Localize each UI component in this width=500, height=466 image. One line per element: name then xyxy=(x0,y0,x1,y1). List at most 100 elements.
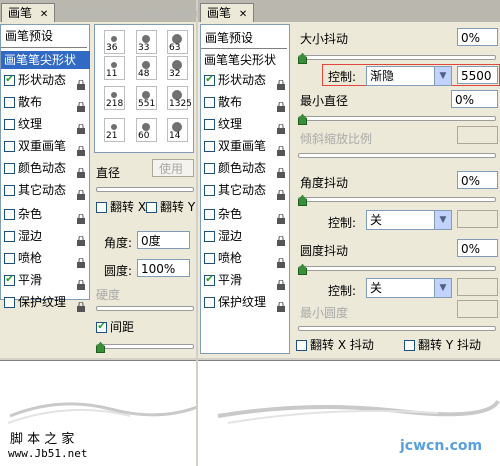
close-icon[interactable]: ✕ xyxy=(40,9,48,20)
left_panel-item-8[interactable]: 湿边 xyxy=(1,225,88,247)
min-roundness-field xyxy=(457,300,498,318)
left_panel-item-4[interactable]: 双重画笔 xyxy=(1,135,88,157)
checkbox-icon[interactable] xyxy=(4,118,15,130)
left_panel-item-9[interactable]: 喷枪 xyxy=(1,247,88,269)
brush-size-label: 36 xyxy=(106,43,118,53)
tilt-scale-field xyxy=(457,126,498,144)
right_panel-item-6[interactable]: 其它动态 xyxy=(201,179,288,201)
lock-icon xyxy=(76,185,86,200)
angle-jitter-field[interactable]: 0% xyxy=(457,171,498,189)
checkbox-icon[interactable] xyxy=(204,208,215,220)
checkmark-icon[interactable]: ✔ xyxy=(204,74,215,86)
right_panel-item-11[interactable]: 保护纹理 xyxy=(201,291,288,313)
checkbox-icon[interactable] xyxy=(4,252,15,264)
left_panel-item-5[interactable]: 颜色动态 xyxy=(1,157,88,179)
right-tab-brush[interactable]: 画笔 ✕ xyxy=(200,3,255,22)
checkbox-icon[interactable] xyxy=(204,184,215,196)
left-tab-brush[interactable]: 画笔 ✕ xyxy=(1,3,56,22)
left-item-brush-tip[interactable]: 画笔笔尖形状 xyxy=(1,51,90,69)
lock-icon xyxy=(76,297,86,312)
left_panel-item-10[interactable]: ✔ 平滑 xyxy=(1,269,88,291)
right_panel-item-7[interactable]: 杂色 xyxy=(201,203,288,225)
left_panel-item-1[interactable]: ✔ 形状动态 xyxy=(1,69,88,91)
checkmark-icon[interactable]: ✔ xyxy=(4,74,15,86)
right-tab-label: 画笔 xyxy=(207,6,232,20)
left_panel-item-3[interactable]: 纹理 xyxy=(1,113,88,135)
checkbox-icon[interactable] xyxy=(204,96,215,108)
chevron-down-icon[interactable]: ▼ xyxy=(434,67,451,85)
checkbox-icon[interactable] xyxy=(4,208,15,220)
use-sample-button[interactable]: 使用取 xyxy=(152,159,194,177)
right_panel-item-4[interactable]: 双重画笔 xyxy=(201,135,288,157)
right_panel-item-1[interactable]: ✔ 形状动态 xyxy=(201,69,288,91)
right_panel-item-5[interactable]: 颜色动态 xyxy=(201,157,288,179)
checkbox-icon[interactable] xyxy=(4,230,15,242)
left-section-title[interactable]: 画笔预设 xyxy=(1,27,53,45)
min-diameter-field[interactable]: 0% xyxy=(451,90,498,108)
angle-field[interactable]: 0度 xyxy=(137,231,190,249)
spacing-slider[interactable] xyxy=(96,344,194,349)
checkbox-icon[interactable] xyxy=(4,140,15,152)
flip-x-checkbox[interactable]: 翻转 X xyxy=(96,196,146,218)
checkmark-icon[interactable]: ✔ xyxy=(204,274,215,286)
checkbox-icon[interactable] xyxy=(96,201,107,213)
angle-control-field xyxy=(457,210,498,228)
checkbox-icon[interactable] xyxy=(204,140,215,152)
right_panel-item-2[interactable]: 散布 xyxy=(201,91,288,113)
brush-size-label: 21 xyxy=(106,131,118,141)
roundness-jitter-slider[interactable] xyxy=(298,266,496,271)
left_panel-item-2[interactable]: 散布 xyxy=(1,91,88,113)
flip-x-jitter-checkbox[interactable]: 翻转 X 抖动 xyxy=(296,334,374,356)
checkbox-icon[interactable] xyxy=(4,296,15,308)
right_panel-item-8[interactable]: 湿边 xyxy=(201,225,288,247)
chevron-down-icon[interactable]: ▼ xyxy=(434,279,451,297)
close-icon[interactable]: ✕ xyxy=(239,9,247,20)
diameter-slider[interactable] xyxy=(96,187,194,192)
left_panel-item-6[interactable]: 其它动态 xyxy=(1,179,88,201)
checkbox-icon[interactable] xyxy=(4,162,15,174)
size-jitter-field[interactable]: 0% xyxy=(457,28,498,46)
lock-icon xyxy=(276,297,286,312)
right_panel-item-3[interactable]: 纹理 xyxy=(201,113,288,135)
checkbox-icon[interactable] xyxy=(146,201,157,213)
angle-jitter-slider[interactable] xyxy=(298,197,496,202)
flip-y-jitter-checkbox[interactable]: 翻转 Y 抖动 xyxy=(404,334,481,356)
checkbox-icon[interactable] xyxy=(204,252,215,264)
right_panel-item-9[interactable]: 喷枪 xyxy=(201,247,288,269)
checkmark-icon[interactable]: ✔ xyxy=(4,274,15,286)
right-item-brush-tip[interactable]: 画笔笔尖形状 xyxy=(201,51,290,69)
roundness-field[interactable]: 100% xyxy=(137,259,190,277)
round-control-select[interactable]: 关 ▼ xyxy=(366,278,452,298)
checkbox-icon[interactable] xyxy=(4,184,15,196)
checkbox-icon[interactable] xyxy=(204,296,215,308)
right_panel-item-10[interactable]: ✔ 平滑 xyxy=(201,269,288,291)
checkbox-icon[interactable] xyxy=(296,339,307,351)
lock-icon xyxy=(76,231,86,246)
divider xyxy=(1,47,87,48)
flip-y-checkbox[interactable]: 翻转 Y xyxy=(146,196,195,218)
right-section-title[interactable]: 画笔预设 xyxy=(201,29,253,47)
checkbox-icon[interactable] xyxy=(204,230,215,242)
checkbox-icon[interactable] xyxy=(4,96,15,108)
control-select[interactable]: 渐隐 ▼ xyxy=(366,66,452,86)
spacing-checkbox[interactable]: ✔ 间距 xyxy=(96,316,134,338)
round-control-label: 控制: xyxy=(328,284,357,298)
tilt-scale-label: 倾斜缩放比例 xyxy=(300,132,373,146)
brush-size-label: 33 xyxy=(138,43,150,53)
fade-steps-field[interactable]: 5500 xyxy=(457,66,498,84)
checkbox-icon[interactable] xyxy=(204,118,215,130)
brush-size-label: 14 xyxy=(169,131,181,141)
chevron-down-icon[interactable]: ▼ xyxy=(434,211,451,229)
roundness-jitter-field[interactable]: 0% xyxy=(457,239,498,257)
watermark-top: 思缘设计论坛 WWW.MISSYUAN.COM xyxy=(60,10,217,20)
lock-icon xyxy=(76,253,86,268)
checkbox-icon[interactable] xyxy=(204,162,215,174)
size-jitter-slider[interactable] xyxy=(298,55,496,60)
min-diameter-slider[interactable] xyxy=(298,116,496,121)
left-tab-label: 画笔 xyxy=(8,6,33,20)
left_panel-item-7[interactable]: 杂色 xyxy=(1,203,88,225)
checkmark-icon[interactable]: ✔ xyxy=(96,321,107,333)
angle-control-select[interactable]: 关 ▼ xyxy=(366,210,452,230)
checkbox-icon[interactable] xyxy=(404,339,415,351)
left_panel-item-11[interactable]: 保护纹理 xyxy=(1,291,88,313)
